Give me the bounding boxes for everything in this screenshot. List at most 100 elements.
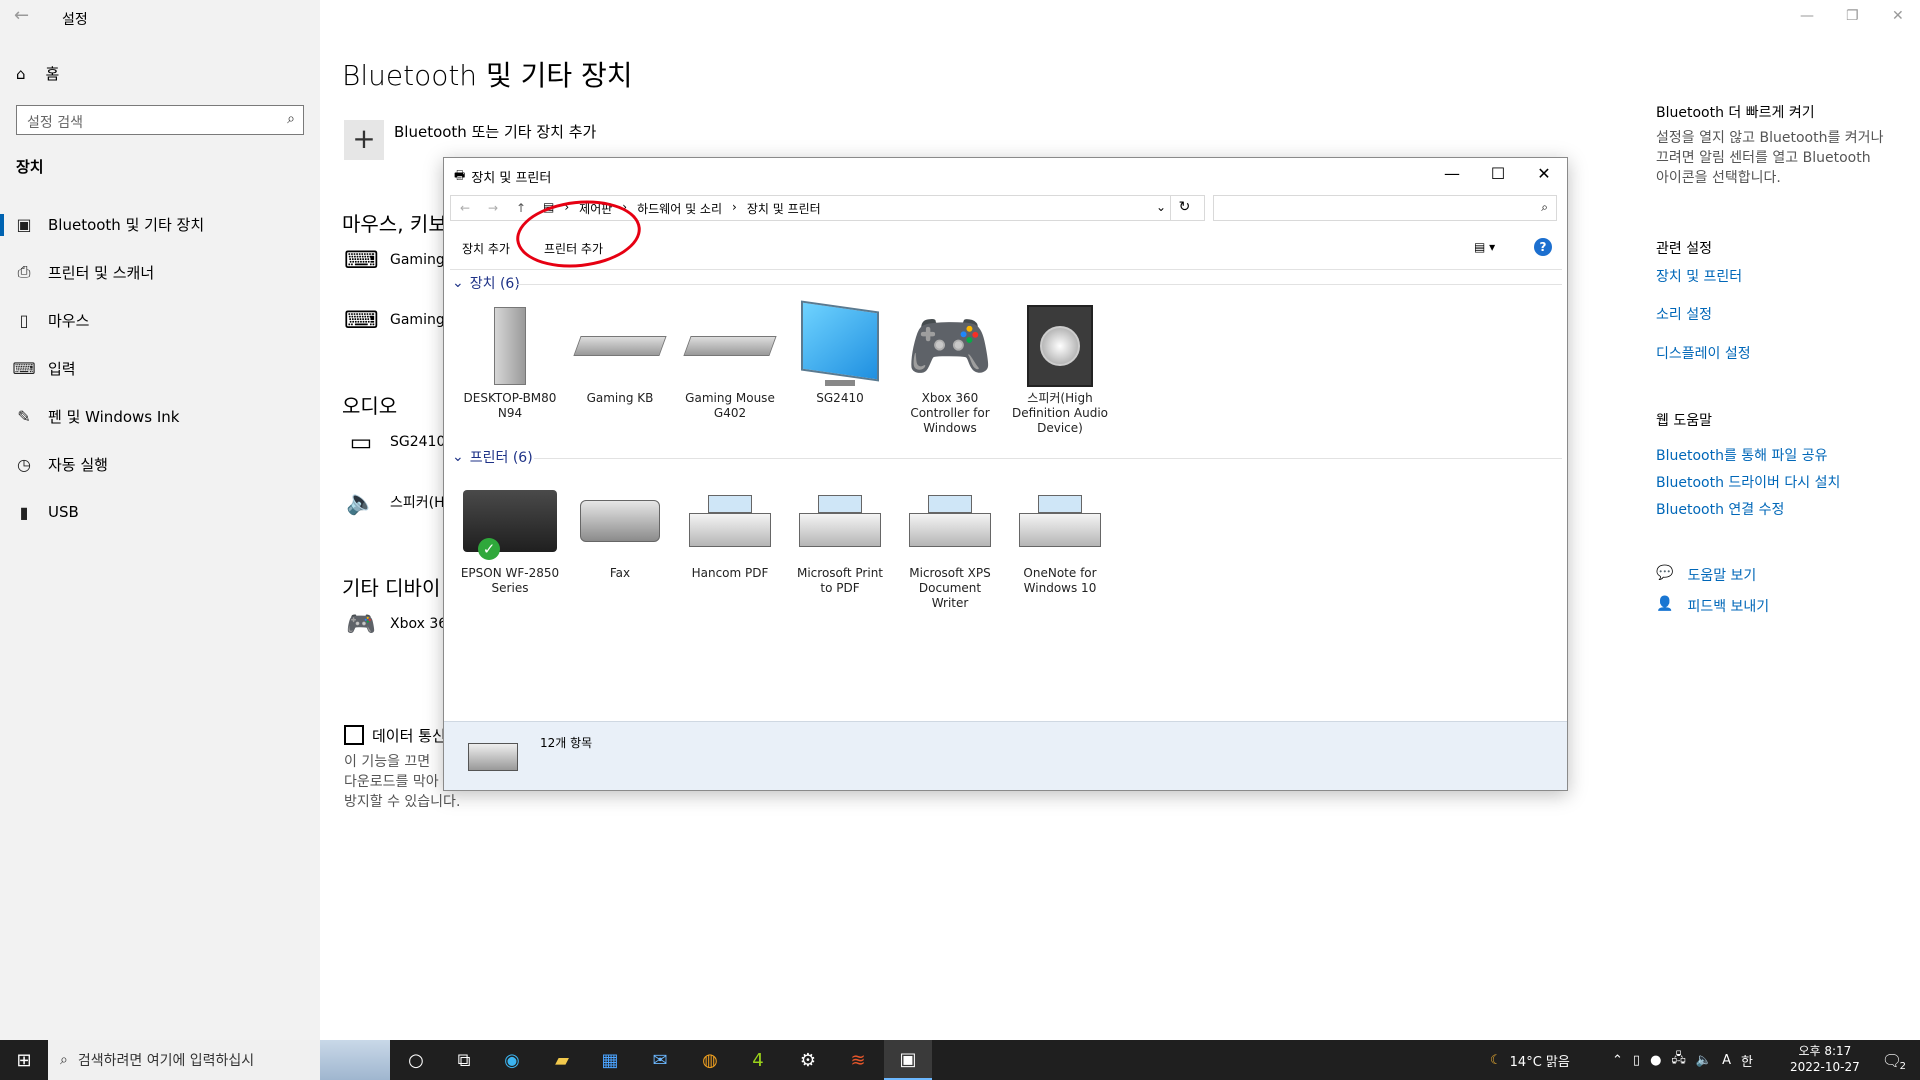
file-explorer-icon[interactable]: ▰ <box>538 1040 586 1080</box>
settings-gear-icon[interactable]: ⚙ <box>784 1040 832 1080</box>
search-highlight-image[interactable] <box>320 1040 390 1080</box>
search-placeholder: 설정 검색 <box>27 115 83 131</box>
device-item[interactable]: ⌨ Gaming <box>344 246 445 274</box>
printer-ms-print-to-pdf[interactable]: Microsoft Print to PDF <box>786 476 894 596</box>
device-keyboard[interactable]: Gaming KB <box>566 301 674 406</box>
item-label: EPSON WF-2850 Series <box>460 566 560 595</box>
clock-time: 오후 8:17 <box>1798 1044 1852 1058</box>
notification-center-icon[interactable]: 🗨 2 <box>1868 1040 1916 1080</box>
cortana-icon[interactable]: ○ <box>392 1040 440 1080</box>
device-xbox-controller[interactable]: 🎮 Xbox 360 Controller for Windows <box>896 301 1004 436</box>
explorer-search-input[interactable]: ⌕ <box>1213 195 1557 221</box>
sidebar-item-usb[interactable]: ▮ USB <box>0 490 320 534</box>
back-arrow-icon[interactable]: ← <box>14 5 29 26</box>
tray-app-icon[interactable]: ▯ <box>1633 1053 1640 1068</box>
device-name: Gaming <box>390 312 445 328</box>
printer-epson[interactable]: ✓ EPSON WF-2850 Series <box>456 476 564 596</box>
minimize-icon[interactable]: — <box>1800 8 1814 24</box>
printer-hancom-pdf[interactable]: Hancom PDF <box>676 476 784 581</box>
store-icon[interactable]: ▦ <box>586 1040 634 1080</box>
sidebar-item-pen[interactable]: ✎ 펜 및 Windows Ink <box>0 394 320 438</box>
minimize-icon[interactable]: — <box>1430 160 1474 188</box>
metered-connection-label: 데이터 통신 <box>372 727 446 745</box>
breadcrumb-item[interactable]: 장치 및 프린터 <box>747 200 821 217</box>
close-icon[interactable]: ✕ <box>1522 160 1566 188</box>
item-label: Fax <box>609 566 631 580</box>
link-reinstall-driver[interactable]: Bluetooth 드라이버 다시 설치 <box>1656 472 1840 492</box>
link-sound-settings[interactable]: 소리 설정 <box>1656 304 1712 324</box>
get-help-link[interactable]: 💬 도움말 보기 <box>1656 565 1756 585</box>
item-label: Gaming KB <box>586 391 654 405</box>
chrome-icon[interactable]: ◍ <box>686 1040 734 1080</box>
home-link[interactable]: ⌂ 홈 <box>16 63 59 84</box>
settings-search-input[interactable]: 설정 검색 ⌕ <box>16 105 304 135</box>
forward-arrow-icon[interactable]: → <box>479 201 507 215</box>
keyboard-icon: ⌨ <box>344 246 379 274</box>
printers-group-header[interactable]: ⌄ 프린터 (6) <box>452 447 533 467</box>
close-icon[interactable]: ✕ <box>1892 8 1904 24</box>
link-display-settings[interactable]: 디스플레이 설정 <box>1656 343 1751 363</box>
tray-app-icon[interactable]: ● <box>1650 1053 1661 1068</box>
sidebar-item-label: Bluetooth 및 기타 장치 <box>48 215 205 234</box>
maximize-icon[interactable]: ☐ <box>1476 160 1520 188</box>
breadcrumb-sep: › <box>732 199 737 214</box>
help-icon[interactable]: ? <box>1534 238 1552 256</box>
feedback-link[interactable]: 👤 피드백 보내기 <box>1656 596 1769 616</box>
clock[interactable]: 오후 8:17 2022-10-27 <box>1790 1043 1860 1075</box>
device-monitor[interactable]: SG2410 <box>786 300 894 406</box>
printer-ms-xps[interactable]: Microsoft XPS Document Writer <box>896 476 1004 611</box>
app-stripes-icon[interactable]: ≋ <box>834 1040 882 1080</box>
task-view-icon[interactable]: ⧉ <box>440 1040 488 1080</box>
back-arrow-icon[interactable]: ← <box>451 201 479 215</box>
link-devices-printers[interactable]: 장치 및 프린터 <box>1656 266 1742 286</box>
link-fix-connection[interactable]: Bluetooth 연결 수정 <box>1656 499 1784 519</box>
sidebar-item-mouse[interactable]: ▯ 마우스 <box>0 298 320 342</box>
item-label: OneNote for Windows 10 <box>1023 566 1097 595</box>
device-item[interactable]: ▭ SG2410 <box>344 428 446 456</box>
link-share-files[interactable]: Bluetooth를 통해 파일 공유 <box>1656 445 1827 465</box>
add-device-button[interactable]: + <box>344 120 384 160</box>
printer-icon: ✓ <box>456 476 564 566</box>
ime-indicator[interactable]: A <box>1722 1053 1731 1068</box>
breadcrumb-item[interactable]: 하드웨어 및 소리 <box>637 200 722 217</box>
device-speaker[interactable]: 스피커(High Definition Audio Device) <box>1006 301 1114 436</box>
printer-fax[interactable]: Fax <box>566 476 674 581</box>
sidebar-item-printers[interactable]: ⎙ 프린터 및 스캐너 <box>0 250 320 294</box>
mail-icon[interactable]: ✉ <box>636 1040 684 1080</box>
mouse-keyboard-heading: 마우스, 키보 <box>342 212 447 236</box>
ime-mode-icon[interactable]: 한 <box>1741 1051 1753 1070</box>
view-options-icon[interactable]: ▤ ▾ <box>1474 240 1495 254</box>
device-name: Gaming <box>390 252 445 268</box>
restore-icon[interactable]: ❐ <box>1846 8 1859 24</box>
sidebar-item-typing[interactable]: ⌨ 입력 <box>0 346 320 390</box>
app-4-icon[interactable]: 4 <box>734 1040 782 1080</box>
sidebar-item-bluetooth[interactable]: ▣ Bluetooth 및 기타 장치 <box>0 202 320 246</box>
up-arrow-icon[interactable]: ↑ <box>507 201 535 215</box>
sidebar-item-label: 마우스 <box>48 311 90 330</box>
weather-widget[interactable]: ☾ 14°C 맑음 <box>1490 1040 1570 1080</box>
taskbar: ⊞ ⌕ 검색하려면 여기에 입력하십시 ○ ⧉ ◉ ▰ ▦ ✉ ◍ 4 ⚙ ≋ … <box>0 1040 1920 1080</box>
device-item[interactable]: 🔈 스피커(H <box>344 488 445 516</box>
devices-group-header[interactable]: ⌄ 장치 (6) <box>452 273 520 293</box>
taskbar-search-input[interactable]: ⌕ 검색하려면 여기에 입력하십시 <box>48 1040 320 1080</box>
windows-start-icon[interactable]: ⊞ <box>0 1040 48 1080</box>
printer-icon <box>896 476 1004 566</box>
description-line: 설정을 열지 않고 Bluetooth를 켜거나 <box>1656 130 1884 146</box>
volume-icon[interactable]: 🔈 <box>1696 1053 1712 1068</box>
refresh-icon[interactable]: ↻ <box>1170 195 1198 221</box>
sidebar-item-autoplay[interactable]: ◷ 자동 실행 <box>0 442 320 486</box>
device-item[interactable]: ⌨ Gaming <box>344 306 445 334</box>
chevron-up-icon[interactable]: ⌃ <box>1612 1053 1623 1068</box>
chevron-down-icon[interactable]: ⌄ <box>1156 200 1166 214</box>
network-icon[interactable]: 🖧 <box>1671 1049 1686 1071</box>
device-mouse[interactable]: Gaming Mouse G402 <box>676 301 784 421</box>
device-item[interactable]: 🎮 Xbox 36 <box>344 610 447 638</box>
edge-icon[interactable]: ◉ <box>488 1040 536 1080</box>
add-device-button[interactable]: 장치 추가 <box>462 240 510 257</box>
pen-icon: ✎ <box>17 406 31 426</box>
control-panel-icon[interactable]: ▣ <box>884 1040 932 1080</box>
printer-onenote[interactable]: OneNote for Windows 10 <box>1006 476 1114 596</box>
metered-connection-checkbox[interactable] <box>344 725 364 745</box>
add-device-label[interactable]: Bluetooth 또는 기타 장치 추가 <box>394 121 596 142</box>
device-desktop[interactable]: DESKTOP-BM80 N94 <box>456 301 564 421</box>
